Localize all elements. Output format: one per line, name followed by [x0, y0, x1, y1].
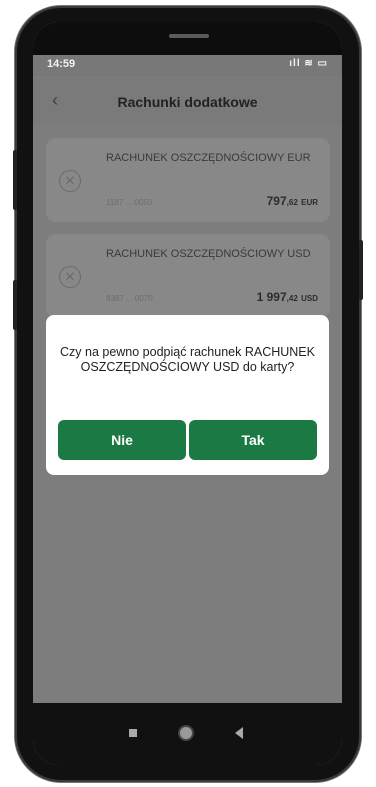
- recent-apps-icon[interactable]: [129, 729, 137, 737]
- balance-major: 1 997: [256, 290, 287, 304]
- volume-button: [13, 150, 17, 210]
- power-button: [13, 280, 17, 330]
- balance-minor: ,62: [286, 198, 298, 207]
- account-name: RACHUNEK OSZCZĘDNOŚCIOWY USD: [106, 248, 311, 260]
- top-bar: ‹ Rachunki dodatkowe: [33, 78, 342, 124]
- status-bar: 14:59 ıll ≋ ▭: [33, 55, 342, 77]
- system-nav-bar: [33, 703, 342, 765]
- page-title: Rachunki dodatkowe: [117, 94, 258, 110]
- account-number: 1187 ... 0050: [106, 198, 153, 207]
- status-time: 14:59: [47, 58, 76, 70]
- side-button: [359, 240, 363, 300]
- account-card: ✕ RACHUNEK OSZCZĘDNOŚCIOWY USD 8387 ... …: [46, 234, 330, 318]
- account-number: 8387 ... 0070: [106, 294, 153, 303]
- home-icon[interactable]: [180, 727, 192, 739]
- yes-button[interactable]: Tak: [189, 420, 317, 460]
- phone-screen: 14:59 ıll ≋ ▭ ‹ Rachunki dodatkowe ✕ RAC…: [33, 22, 342, 765]
- balance-currency: USD: [301, 294, 318, 303]
- confirm-dialog: Czy na pewno podpiąć rachunek RACHUNEK O…: [46, 315, 329, 475]
- no-button[interactable]: Nie: [58, 420, 186, 460]
- account-card: ✕ RACHUNEK OSZCZĘDNOŚCIOWY EUR 1187 ... …: [46, 138, 330, 222]
- balance-currency: EUR: [301, 198, 318, 207]
- account-balance: 1 997,42 USD: [257, 290, 318, 304]
- account-name: RACHUNEK OSZCZĘDNOŚCIOWY EUR: [106, 152, 311, 164]
- balance-minor: ,42: [286, 294, 298, 303]
- status-icons: ıll ≋ ▭: [289, 58, 328, 69]
- account-balance: 797,62 EUR: [267, 194, 318, 208]
- balance-major: 797: [266, 194, 287, 208]
- system-back-icon[interactable]: [235, 727, 243, 739]
- close-circle-icon[interactable]: ✕: [59, 170, 81, 192]
- close-circle-icon[interactable]: ✕: [59, 266, 81, 288]
- speaker: [169, 34, 209, 38]
- dialog-message: Czy na pewno podpiąć rachunek RACHUNEK O…: [60, 345, 315, 374]
